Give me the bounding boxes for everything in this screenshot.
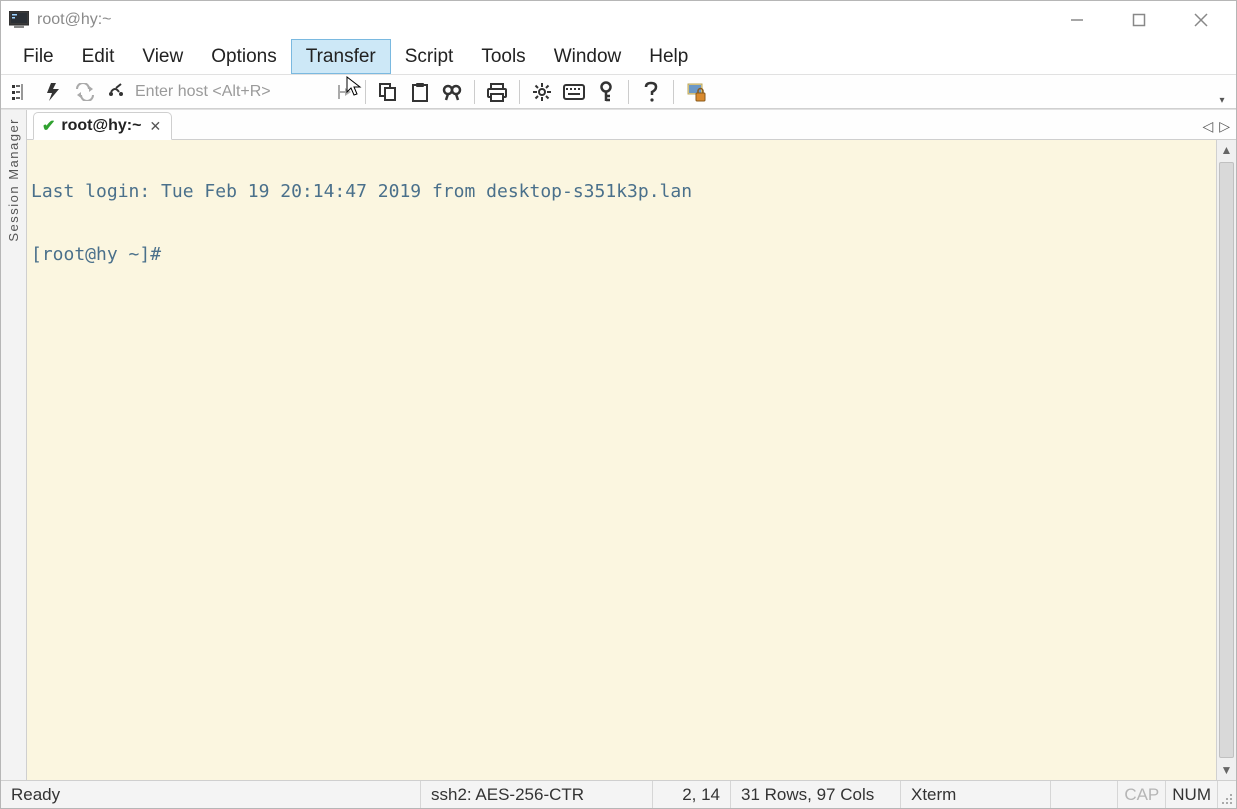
status-cursor-pos: 2, 14 (653, 781, 731, 808)
status-filler (1051, 781, 1118, 808)
terminal-line: [root@hy ~]# (31, 242, 1212, 262)
session-tab-close-icon[interactable]: ✕ (147, 118, 163, 135)
terminal-line: Last login: Tue Feb 19 20:14:47 2019 fro… (31, 182, 1212, 202)
terminal[interactable]: Last login: Tue Feb 19 20:14:47 2019 fro… (27, 140, 1216, 780)
vertical-scrollbar[interactable]: ▲ ▼ (1216, 140, 1236, 780)
host-input[interactable] (135, 80, 325, 104)
keyboard-icon[interactable] (560, 78, 588, 106)
session-manager-label: Session Manager (6, 118, 21, 242)
app-icon (9, 11, 29, 29)
session-tab-active[interactable]: ✔ root@hy:~ ✕ (33, 112, 172, 140)
tab-nav: ◁ ▷ (1202, 118, 1230, 139)
status-term-type: Xterm (901, 781, 1051, 808)
close-button[interactable] (1170, 1, 1232, 39)
session-manager-panel-tab[interactable]: Session Manager (1, 110, 27, 780)
scroll-down-icon[interactable]: ▼ (1217, 760, 1236, 780)
menu-tools[interactable]: Tools (467, 39, 539, 74)
main-area: Session Manager ✔ root@hy:~ ✕ ◁ ▷ Last l… (1, 109, 1236, 780)
window-controls (1046, 1, 1232, 39)
titlebar: root@hy:~ (1, 1, 1236, 39)
tab-next-icon[interactable]: ▷ (1219, 118, 1230, 135)
content-area: ✔ root@hy:~ ✕ ◁ ▷ Last login: Tue Feb 19… (27, 110, 1236, 780)
copy-icon[interactable] (374, 78, 402, 106)
tab-prev-icon[interactable]: ◁ (1202, 118, 1213, 135)
session-tab-row: ✔ root@hy:~ ✕ ◁ ▷ (27, 110, 1236, 140)
menu-window[interactable]: Window (540, 39, 636, 74)
terminal-cursor (161, 242, 172, 260)
help-icon[interactable] (637, 78, 665, 106)
status-num: NUM (1166, 781, 1218, 808)
status-cap: CAP (1118, 781, 1166, 808)
minimize-button[interactable] (1046, 1, 1108, 39)
print-icon[interactable] (483, 78, 511, 106)
status-connection: ssh2: AES-256-CTR (421, 781, 653, 808)
connect-go-icon[interactable] (329, 78, 357, 106)
paste-icon[interactable] (406, 78, 434, 106)
scroll-thumb[interactable] (1219, 162, 1234, 758)
toolbar-overflow-icon[interactable]: ▾ (1214, 78, 1230, 106)
maximize-button[interactable] (1108, 1, 1170, 39)
toolbar: ▾ (1, 75, 1236, 109)
status-size: 31 Rows, 97 Cols (731, 781, 901, 808)
lock-session-icon[interactable] (682, 78, 710, 106)
menu-file[interactable]: File (9, 39, 68, 74)
terminal-wrapper: Last login: Tue Feb 19 20:14:47 2019 fro… (27, 140, 1236, 780)
quick-connect-icon[interactable] (39, 78, 67, 106)
connected-check-icon: ✔ (42, 116, 55, 136)
key-icon[interactable] (592, 78, 620, 106)
session-manager-toggle-icon[interactable] (7, 78, 35, 106)
reconnect-icon[interactable] (71, 78, 99, 106)
settings-gear-icon[interactable] (528, 78, 556, 106)
menu-script[interactable]: Script (391, 39, 468, 74)
disconnect-icon[interactable] (103, 78, 131, 106)
status-ready: Ready (1, 781, 421, 808)
resize-grip-icon[interactable] (1218, 781, 1236, 808)
find-icon[interactable] (438, 78, 466, 106)
scroll-up-icon[interactable]: ▲ (1217, 140, 1236, 160)
menu-view[interactable]: View (128, 39, 197, 74)
statusbar: Ready ssh2: AES-256-CTR 2, 14 31 Rows, 9… (1, 780, 1236, 808)
menu-edit[interactable]: Edit (68, 39, 129, 74)
menu-transfer[interactable]: Transfer (291, 39, 391, 74)
session-tab-label: root@hy:~ (61, 117, 141, 135)
menu-help[interactable]: Help (635, 39, 702, 74)
menu-options[interactable]: Options (197, 39, 290, 74)
window-title: root@hy:~ (37, 11, 112, 29)
menubar: File Edit View Options Transfer Script T… (1, 39, 1236, 75)
